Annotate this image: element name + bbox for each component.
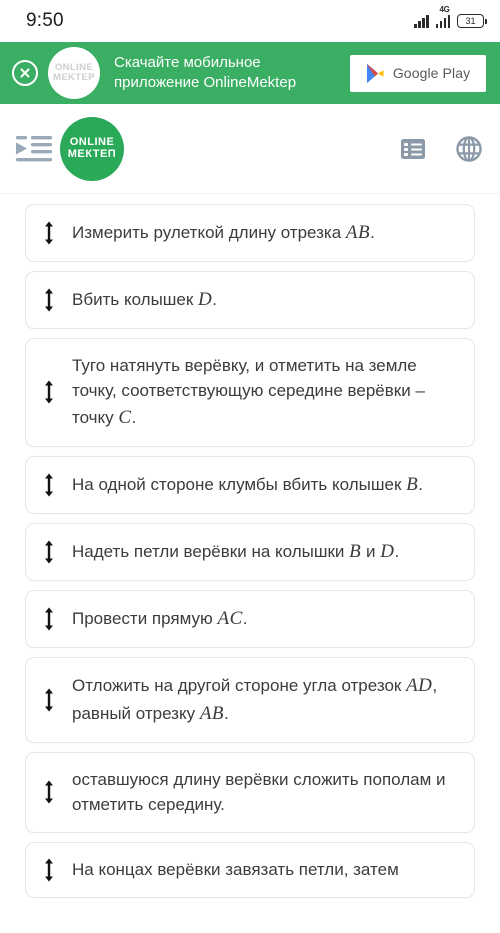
vertical-drag-arrow-icon[interactable] — [40, 606, 58, 632]
promo-banner: ONLINE MEKTEP Скачайте мобильное приложе… — [0, 42, 500, 104]
text-run: Провести прямую — [72, 608, 218, 628]
battery-level-label: 31 — [465, 15, 476, 26]
text-run: . — [370, 223, 375, 242]
math-symbol: D — [380, 540, 395, 562]
list-item-label: На одной стороне клумбы вбить колышек B. — [72, 471, 458, 499]
battery-icon: 31 — [457, 14, 487, 28]
math-symbol: B — [349, 540, 362, 562]
text-run: и — [361, 541, 381, 561]
text-run: Вбить колышек — [72, 290, 199, 310]
list-item[interactable]: Надеть петли верёвки на колышки B и D. — [25, 522, 475, 581]
status-bar: 9:50 4G 31 — [0, 0, 500, 42]
math-symbol: C — [118, 406, 132, 428]
mobile-data-icon: 4G — [435, 5, 450, 28]
text-run: . — [224, 704, 229, 724]
text-run: Измерить рулеткой длину отрезка — [72, 223, 346, 242]
list-item[interactable]: На одной стороне клумбы вбить колышек B. — [25, 455, 475, 514]
list-item[interactable]: Туго натянуть верёвку, и отметить на зем… — [25, 338, 475, 447]
list-item[interactable]: Отложить на другой стороне угла отрезок … — [25, 656, 475, 744]
math-symbol: B — [406, 473, 419, 495]
signal-bars-icon — [414, 14, 429, 28]
google-play-icon — [366, 63, 384, 83]
list-item-label: Измерить рулеткой длину отрезка AB. — [72, 219, 458, 247]
list-view-icon[interactable] — [400, 136, 426, 162]
status-indicators: 4G 31 — [414, 5, 487, 28]
vertical-drag-arrow-icon[interactable] — [40, 539, 58, 565]
app-header: ONLINE МЕКТЕП — [0, 104, 500, 194]
text-run: . — [131, 407, 137, 427]
math-symbol: AB — [345, 222, 371, 243]
text-run: . — [418, 474, 423, 494]
vertical-drag-arrow-icon[interactable] — [40, 220, 58, 246]
text-run: На концах верёвки завязать петли, затем — [72, 859, 399, 879]
list-item[interactable]: оставшуюся длину верёвки сложить пополам… — [25, 752, 475, 833]
list-item-label: оставшуюся длину верёвки сложить пополам… — [72, 767, 458, 817]
vertical-drag-arrow-icon[interactable] — [40, 687, 58, 713]
close-circle-icon[interactable] — [12, 60, 38, 86]
brand-logo[interactable]: ONLINE МЕКТЕП — [60, 116, 124, 181]
vertical-drag-arrow-icon[interactable] — [40, 857, 58, 883]
vertical-drag-arrow-icon[interactable] — [40, 287, 58, 313]
promo-text-line1: Скачайте мобильное — [114, 53, 261, 71]
list-item-label: Отложить на другой стороне угла отрезок … — [72, 672, 458, 728]
globe-icon[interactable] — [456, 135, 482, 162]
list-item-label: Надеть петли верёвки на колышки B и D. — [72, 538, 458, 566]
promo-text: Скачайте мобильное приложение OnlineMekt… — [114, 53, 350, 94]
list-item[interactable]: На концах верёвки завязать петли, затем — [25, 841, 475, 898]
math-symbol: D — [198, 289, 213, 311]
text-run: оставшуюся длину верёвки сложить пополам… — [72, 770, 446, 815]
vertical-drag-arrow-icon[interactable] — [40, 379, 58, 405]
sortable-steps-list: Измерить рулеткой длину отрезка AB. Вбить… — [0, 194, 500, 898]
google-play-button[interactable]: Google Play — [350, 54, 486, 92]
list-item[interactable]: Провести прямую AC. — [25, 589, 475, 648]
list-item-label: Туго натянуть верёвку, и отметить на зем… — [72, 353, 458, 431]
text-run: . — [212, 290, 218, 310]
list-item-label: Провести прямую AC. — [72, 605, 458, 633]
text-run: Отложить на другой стороне угла отрезок — [72, 675, 407, 695]
network-type-label: 4G — [439, 5, 450, 14]
list-item-label: Вбить колышек D. — [72, 286, 458, 314]
vertical-drag-arrow-icon[interactable] — [40, 779, 58, 805]
text-run: . — [394, 541, 400, 561]
text-run: Надеть петли верёвки на колышки — [72, 541, 350, 561]
list-item-label: На концах верёвки завязать петли, затем — [72, 857, 458, 882]
promo-app-logo: ONLINE MEKTEP — [48, 47, 100, 99]
status-time: 9:50 — [26, 10, 64, 31]
google-play-label: Google Play — [392, 65, 471, 81]
text-run: На одной стороне клумбы вбить колышек — [72, 474, 407, 494]
brand-line1: ONLINE — [69, 135, 115, 148]
text-run: . — [242, 608, 248, 628]
promo-logo-line2: MEKTEP — [53, 72, 95, 83]
indent-list-icon[interactable] — [14, 134, 52, 164]
list-item[interactable]: Вбить колышек D. — [25, 271, 475, 330]
brand-line2: МЕКТЕП — [67, 147, 117, 160]
math-symbol: AD — [406, 674, 433, 696]
math-symbol: AB — [199, 703, 225, 725]
list-item[interactable]: Измерить рулеткой длину отрезка AB. — [25, 204, 475, 263]
vertical-drag-arrow-icon[interactable] — [40, 472, 58, 498]
math-symbol: AC — [217, 607, 243, 629]
promo-text-line2: приложение OnlineMektep — [114, 74, 297, 91]
